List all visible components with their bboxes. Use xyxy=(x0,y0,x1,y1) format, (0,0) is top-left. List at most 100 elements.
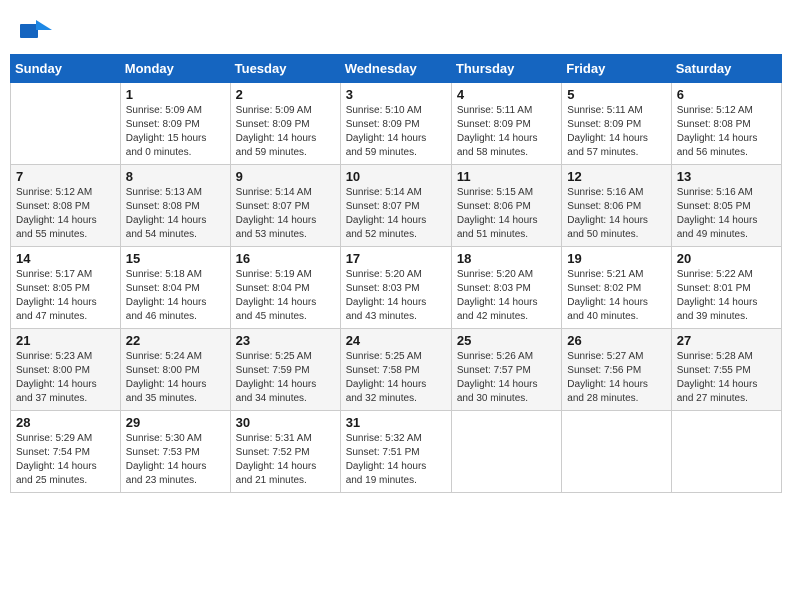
col-thursday: Thursday xyxy=(451,55,561,83)
day-number: 14 xyxy=(16,251,115,266)
table-row: 2 Sunrise: 5:09 AM Sunset: 8:09 PM Daylig… xyxy=(230,83,340,165)
day-number: 12 xyxy=(567,169,665,184)
day-number: 1 xyxy=(126,87,225,102)
day-number: 4 xyxy=(457,87,556,102)
day-info: Sunrise: 5:14 AM Sunset: 8:07 PM Dayligh… xyxy=(236,186,335,242)
table-row: 13 Sunrise: 5:16 AM Sunset: 8:05 PM Dayli… xyxy=(671,165,781,247)
page-header xyxy=(10,10,782,49)
day-number: 16 xyxy=(236,251,335,266)
calendar-week-row: 1 Sunrise: 5:09 AM Sunset: 8:09 PM Daylig… xyxy=(11,83,782,165)
day-number: 8 xyxy=(126,169,225,184)
day-number: 17 xyxy=(346,251,446,266)
day-info: Sunrise: 5:13 AM Sunset: 8:08 PM Dayligh… xyxy=(126,186,225,242)
day-info: Sunrise: 5:27 AM Sunset: 7:56 PM Dayligh… xyxy=(567,350,665,406)
day-number: 10 xyxy=(346,169,446,184)
col-sunday: Sunday xyxy=(11,55,121,83)
table-row xyxy=(451,411,561,493)
day-info: Sunrise: 5:16 AM Sunset: 8:05 PM Dayligh… xyxy=(677,186,776,242)
table-row xyxy=(11,83,121,165)
table-row: 19 Sunrise: 5:21 AM Sunset: 8:02 PM Dayli… xyxy=(562,247,671,329)
day-info: Sunrise: 5:22 AM Sunset: 8:01 PM Dayligh… xyxy=(677,268,776,324)
day-info: Sunrise: 5:14 AM Sunset: 8:07 PM Dayligh… xyxy=(346,186,446,242)
table-row: 27Sunrise: 5:28 AM Sunset: 7:55 PM Dayli… xyxy=(671,329,781,411)
table-row: 18 Sunrise: 5:20 AM Sunset: 8:03 PM Dayli… xyxy=(451,247,561,329)
table-row: 29Sunrise: 5:30 AM Sunset: 7:53 PM Dayli… xyxy=(120,411,230,493)
table-row: 22 Sunrise: 5:24 AM Sunset: 8:00 PM Dayli… xyxy=(120,329,230,411)
day-number: 26 xyxy=(567,333,665,348)
table-row: 24Sunrise: 5:25 AM Sunset: 7:58 PM Dayli… xyxy=(340,329,451,411)
day-number: 11 xyxy=(457,169,556,184)
calendar-week-row: 21 Sunrise: 5:23 AM Sunset: 8:00 PM Dayli… xyxy=(11,329,782,411)
day-info: Sunrise: 5:09 AM Sunset: 8:09 PM Dayligh… xyxy=(236,104,335,160)
day-info: Sunrise: 5:23 AM Sunset: 8:00 PM Dayligh… xyxy=(16,350,115,406)
day-info: Sunrise: 5:20 AM Sunset: 8:03 PM Dayligh… xyxy=(346,268,446,324)
day-info: Sunrise: 5:11 AM Sunset: 8:09 PM Dayligh… xyxy=(457,104,556,160)
day-info: Sunrise: 5:12 AM Sunset: 8:08 PM Dayligh… xyxy=(16,186,115,242)
calendar-table: Sunday Monday Tuesday Wednesday Thursday… xyxy=(10,54,782,493)
table-row: 5 Sunrise: 5:11 AM Sunset: 8:09 PM Daylig… xyxy=(562,83,671,165)
table-row: 16 Sunrise: 5:19 AM Sunset: 8:04 PM Dayli… xyxy=(230,247,340,329)
day-info: Sunrise: 5:11 AM Sunset: 8:09 PM Dayligh… xyxy=(567,104,665,160)
day-info: Sunrise: 5:15 AM Sunset: 8:06 PM Dayligh… xyxy=(457,186,556,242)
day-info: Sunrise: 5:20 AM Sunset: 8:03 PM Dayligh… xyxy=(457,268,556,324)
table-row: 31 Sunrise: 5:32 AM Sunset: 7:51 PM Dayli… xyxy=(340,411,451,493)
day-info: Sunrise: 5:18 AM Sunset: 8:04 PM Dayligh… xyxy=(126,268,225,324)
table-row: 17 Sunrise: 5:20 AM Sunset: 8:03 PM Dayli… xyxy=(340,247,451,329)
day-info: Sunrise: 5:32 AM Sunset: 7:51 PM Dayligh… xyxy=(346,432,446,488)
day-number: 28 xyxy=(16,415,115,430)
table-row: 14 Sunrise: 5:17 AM Sunset: 8:05 PM Dayli… xyxy=(11,247,121,329)
table-row: 6 Sunrise: 5:12 AM Sunset: 8:08 PM Daylig… xyxy=(671,83,781,165)
calendar-week-row: 28Sunrise: 5:29 AM Sunset: 7:54 PM Dayli… xyxy=(11,411,782,493)
day-number: 20 xyxy=(677,251,776,266)
day-number: 21 xyxy=(16,333,115,348)
day-info: Sunrise: 5:19 AM Sunset: 8:04 PM Dayligh… xyxy=(236,268,335,324)
table-row: 25 Sunrise: 5:26 AM Sunset: 7:57 PM Dayli… xyxy=(451,329,561,411)
day-info: Sunrise: 5:12 AM Sunset: 8:08 PM Dayligh… xyxy=(677,104,776,160)
day-info: Sunrise: 5:24 AM Sunset: 8:00 PM Dayligh… xyxy=(126,350,225,406)
col-monday: Monday xyxy=(120,55,230,83)
table-row: 12Sunrise: 5:16 AM Sunset: 8:06 PM Dayli… xyxy=(562,165,671,247)
day-number: 22 xyxy=(126,333,225,348)
day-number: 2 xyxy=(236,87,335,102)
table-row: 15Sunrise: 5:18 AM Sunset: 8:04 PM Dayli… xyxy=(120,247,230,329)
day-info: Sunrise: 5:26 AM Sunset: 7:57 PM Dayligh… xyxy=(457,350,556,406)
day-info: Sunrise: 5:17 AM Sunset: 8:05 PM Dayligh… xyxy=(16,268,115,324)
day-number: 19 xyxy=(567,251,665,266)
calendar-week-row: 14 Sunrise: 5:17 AM Sunset: 8:05 PM Dayli… xyxy=(11,247,782,329)
table-row: 9 Sunrise: 5:14 AM Sunset: 8:07 PM Daylig… xyxy=(230,165,340,247)
calendar-week-row: 7 Sunrise: 5:12 AM Sunset: 8:08 PM Daylig… xyxy=(11,165,782,247)
day-number: 6 xyxy=(677,87,776,102)
day-number: 18 xyxy=(457,251,556,266)
table-row xyxy=(671,411,781,493)
col-tuesday: Tuesday xyxy=(230,55,340,83)
col-wednesday: Wednesday xyxy=(340,55,451,83)
logo-icon xyxy=(20,20,52,42)
table-row: 10 Sunrise: 5:14 AM Sunset: 8:07 PM Dayli… xyxy=(340,165,451,247)
day-number: 27 xyxy=(677,333,776,348)
day-info: Sunrise: 5:31 AM Sunset: 7:52 PM Dayligh… xyxy=(236,432,335,488)
day-number: 3 xyxy=(346,87,446,102)
table-row: 26 Sunrise: 5:27 AM Sunset: 7:56 PM Dayli… xyxy=(562,329,671,411)
day-info: Sunrise: 5:30 AM Sunset: 7:53 PM Dayligh… xyxy=(126,432,225,488)
day-number: 30 xyxy=(236,415,335,430)
table-row: 23 Sunrise: 5:25 AM Sunset: 7:59 PM Dayli… xyxy=(230,329,340,411)
table-row: 11 Sunrise: 5:15 AM Sunset: 8:06 PM Dayli… xyxy=(451,165,561,247)
day-info: Sunrise: 5:25 AM Sunset: 7:59 PM Dayligh… xyxy=(236,350,335,406)
col-saturday: Saturday xyxy=(671,55,781,83)
day-number: 9 xyxy=(236,169,335,184)
day-number: 31 xyxy=(346,415,446,430)
table-row xyxy=(562,411,671,493)
day-info: Sunrise: 5:25 AM Sunset: 7:58 PM Dayligh… xyxy=(346,350,446,406)
table-row: 20 Sunrise: 5:22 AM Sunset: 8:01 PM Dayli… xyxy=(671,247,781,329)
day-number: 23 xyxy=(236,333,335,348)
day-info: Sunrise: 5:21 AM Sunset: 8:02 PM Dayligh… xyxy=(567,268,665,324)
day-number: 5 xyxy=(567,87,665,102)
day-number: 7 xyxy=(16,169,115,184)
calendar-header-row: Sunday Monday Tuesday Wednesday Thursday… xyxy=(11,55,782,83)
table-row: 30 Sunrise: 5:31 AM Sunset: 7:52 PM Dayli… xyxy=(230,411,340,493)
table-row: 8 Sunrise: 5:13 AM Sunset: 8:08 PM Daylig… xyxy=(120,165,230,247)
table-row: 3Sunrise: 5:10 AM Sunset: 8:09 PM Daylig… xyxy=(340,83,451,165)
day-number: 13 xyxy=(677,169,776,184)
table-row: 21 Sunrise: 5:23 AM Sunset: 8:00 PM Dayli… xyxy=(11,329,121,411)
day-number: 25 xyxy=(457,333,556,348)
